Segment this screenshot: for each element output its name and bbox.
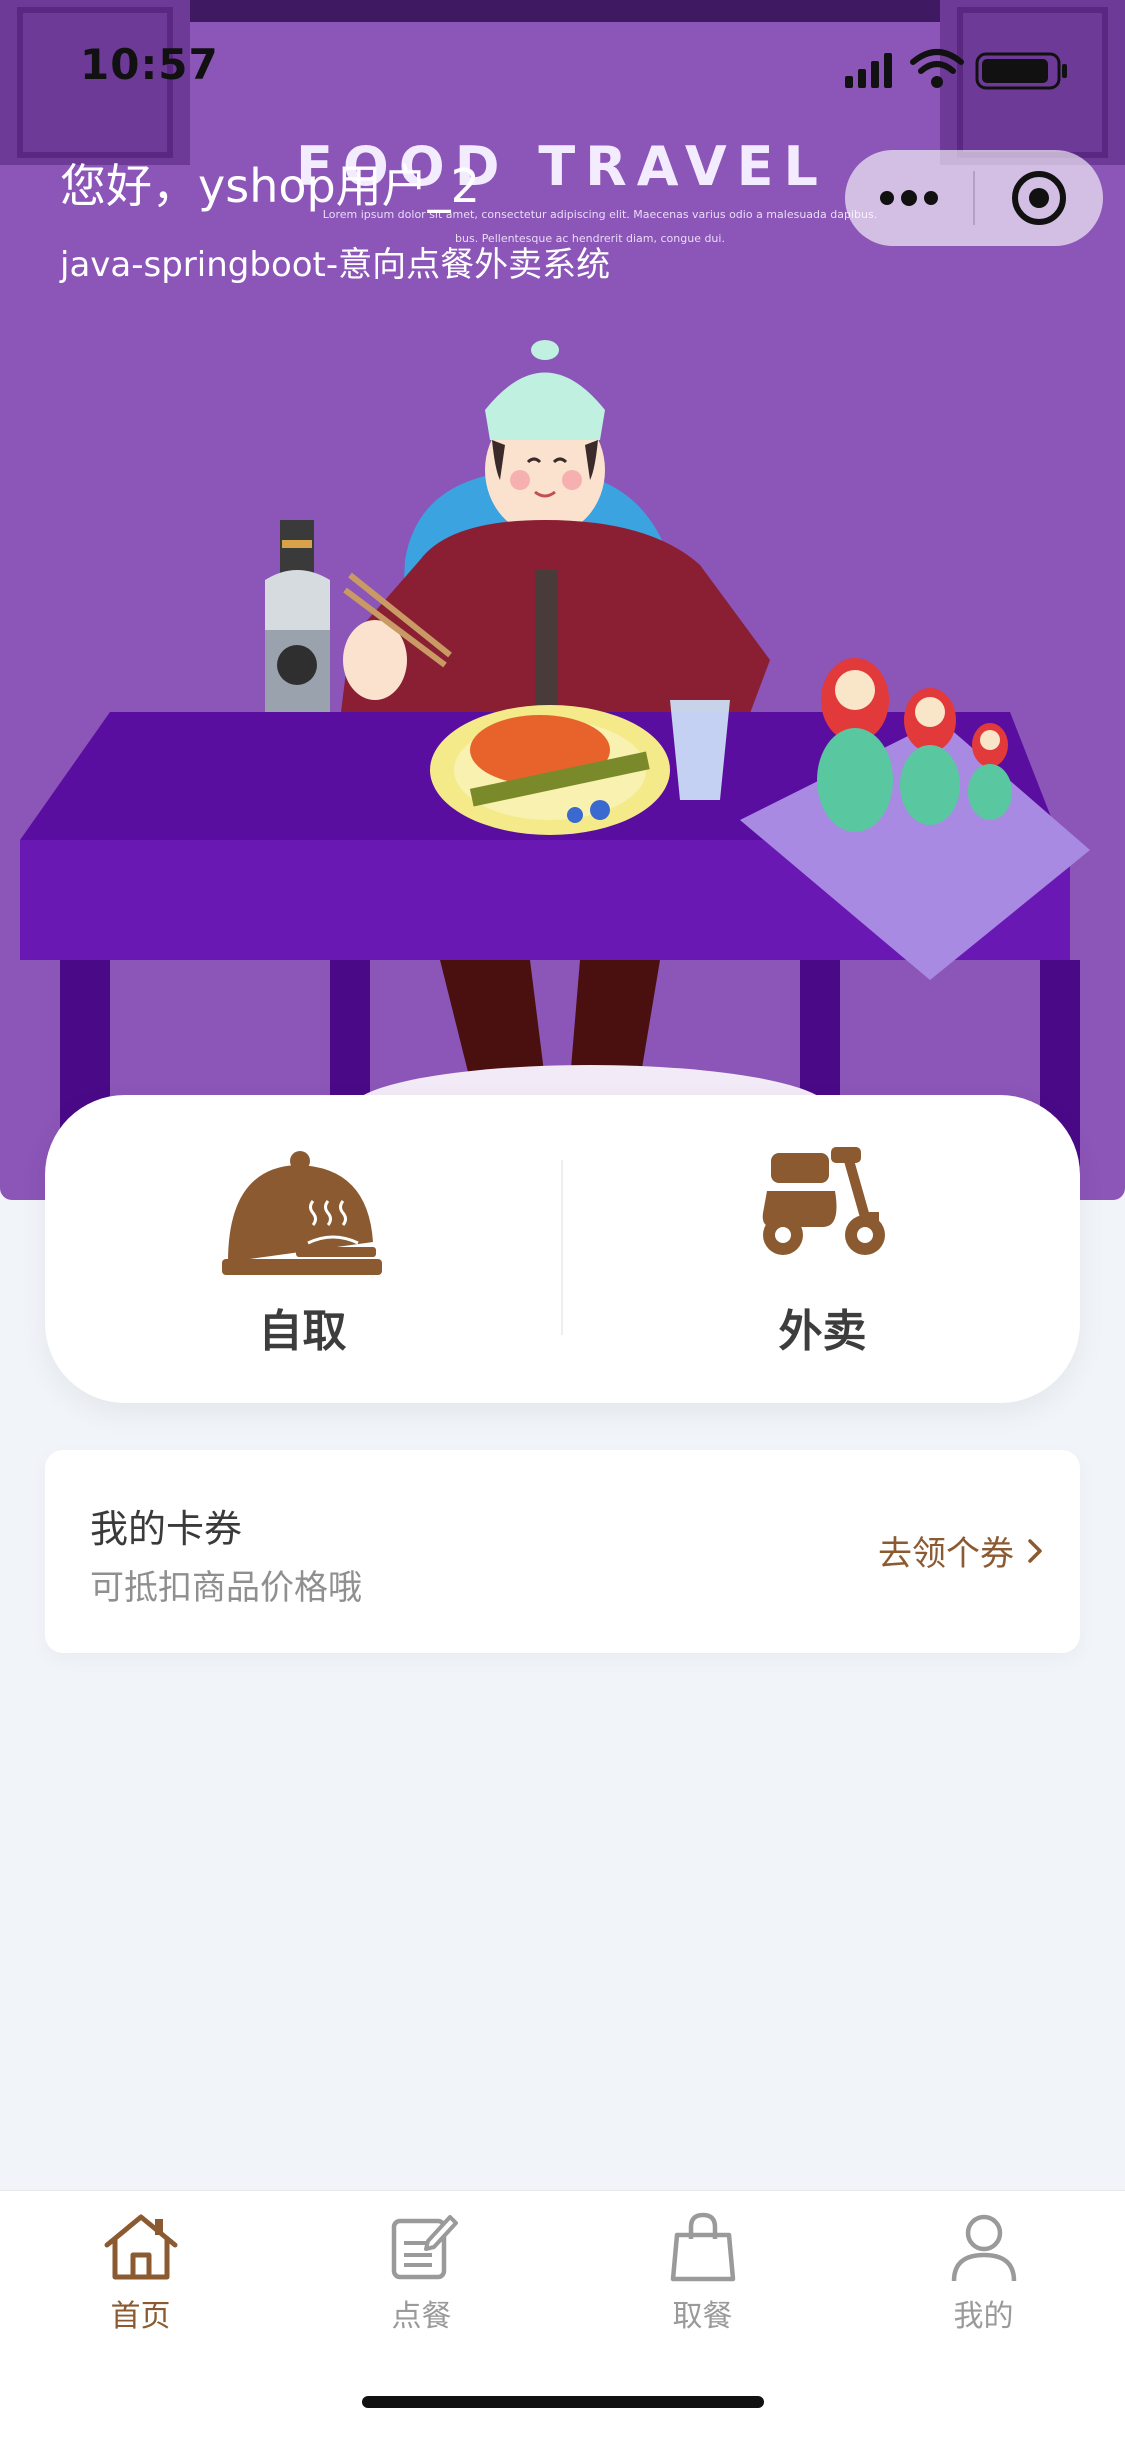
coupon-card[interactable]: 我的卡券 可抵扣商品价格哦 去领个券	[45, 1450, 1080, 1653]
pickup-label: 自取	[258, 1306, 347, 1357]
order-edit-icon	[386, 2211, 458, 2287]
close-mini-program-button[interactable]	[975, 150, 1103, 246]
more-button[interactable]	[845, 150, 973, 246]
coupon-description: 可抵扣商品价格哦	[90, 1568, 362, 1608]
profile-icon	[948, 2211, 1020, 2287]
coupon-title: 我的卡券	[90, 1507, 243, 1551]
battery-icon	[975, 52, 1067, 90]
tab-pickup[interactable]: 取餐	[562, 2191, 843, 2351]
tab-home[interactable]: 首页	[0, 2191, 281, 2351]
more-dots-icon	[880, 190, 938, 206]
home-indicator	[362, 2396, 764, 2408]
order-mode-card: 自取 外卖	[45, 1095, 1080, 1403]
target-icon	[1012, 171, 1066, 225]
tab-mine-label: 我的	[953, 2299, 1014, 2334]
chevron-right-icon	[1028, 1538, 1042, 1563]
order-card-divider	[561, 1160, 563, 1335]
cloche-dish-icon	[218, 1147, 388, 1291]
home-icon	[101, 2211, 181, 2287]
get-coupon-label: 去领个券	[878, 1534, 1014, 1574]
wifi-icon	[910, 49, 964, 88]
tab-order-label: 点餐	[391, 2299, 452, 2334]
signal-icon	[845, 53, 892, 88]
tab-order[interactable]: 点餐	[281, 2191, 562, 2351]
app-subtitle: java-springboot-意向点餐外卖系统	[60, 245, 611, 285]
delivery-label: 外卖	[778, 1306, 867, 1357]
tab-pickup-label: 取餐	[672, 2299, 733, 2334]
get-coupon-link[interactable]: 去领个券	[878, 1526, 1044, 1575]
greeting-text: 您好，yshop用户_2	[60, 159, 480, 213]
tab-home-label: 首页	[110, 2299, 171, 2334]
delivery-option[interactable]: 外卖	[565, 1095, 1080, 1403]
scooter-icon	[753, 1147, 893, 1263]
app-root: FOOD TRAVEL Lorem ipsum dolor sit amet, …	[0, 0, 1125, 2437]
shopping-bag-icon	[667, 2211, 739, 2287]
pickup-option[interactable]: 自取	[45, 1095, 560, 1403]
status-icons	[845, 48, 1085, 92]
status-time: 10:57	[80, 40, 219, 89]
tab-mine[interactable]: 我的	[843, 2191, 1124, 2351]
mini-program-capsule	[845, 150, 1103, 246]
